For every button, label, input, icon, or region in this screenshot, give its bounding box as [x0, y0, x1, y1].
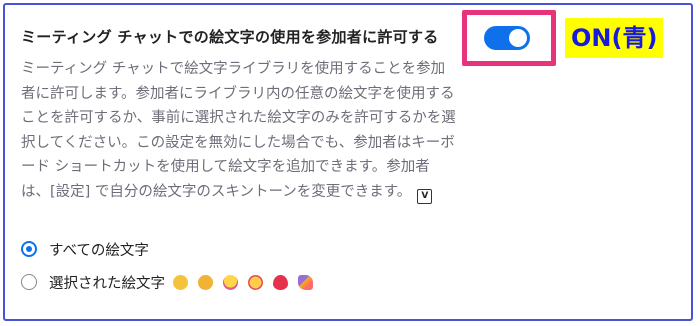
- thumbs-up-icon: [198, 274, 213, 290]
- radio-unselected-icon[interactable]: [21, 274, 37, 290]
- on-annotation-label: ON(青): [565, 18, 664, 58]
- radio-selected-icon[interactable]: [21, 241, 37, 257]
- emoji-toggle-switch[interactable]: [484, 26, 530, 50]
- surprised-face-icon: [248, 274, 263, 290]
- party-popper-icon: [298, 274, 313, 290]
- setting-description: ミーティング チャットで絵文字ライブラリを使用することを参加者に許可します。参加…: [21, 57, 456, 204]
- setting-title: ミーティング チャットでの絵文字の使用を参加者に許可する: [21, 28, 439, 46]
- toggle-knob: [509, 29, 527, 47]
- radio-label-all-emoji: すべての絵文字: [49, 242, 149, 259]
- radio-label-selected-emoji: 選択された絵文字: [49, 275, 165, 292]
- clapping-hands-icon: [173, 274, 188, 290]
- tears-of-joy-icon: [223, 274, 238, 290]
- red-heart-icon: [273, 274, 288, 290]
- radio-option-selected-emoji[interactable]: 選択された絵文字: [21, 271, 313, 293]
- emoji-preview-list: [173, 274, 313, 290]
- info-icon[interactable]: V: [417, 188, 433, 204]
- setting-description-text: ミーティング チャットで絵文字ライブラリを使用することを参加者に許可します。参加…: [21, 61, 456, 200]
- radio-option-all-emoji[interactable]: すべての絵文字: [21, 238, 149, 260]
